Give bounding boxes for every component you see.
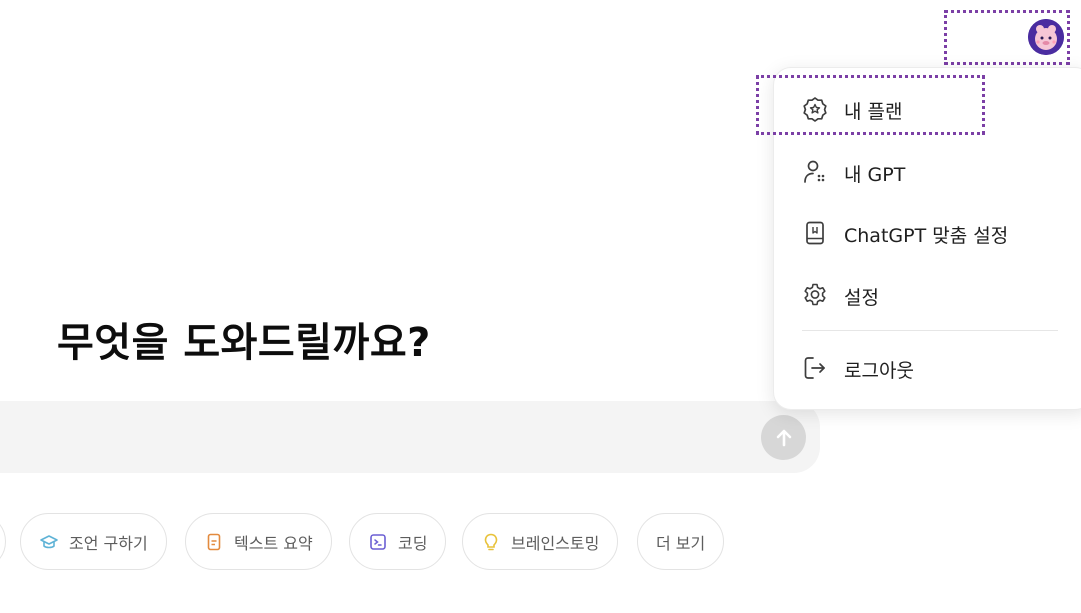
menu-item-label: 설정 <box>844 287 879 309</box>
prompt-input[interactable] <box>20 421 704 455</box>
chip-label: 더 보기 <box>656 533 706 553</box>
customize-book-icon <box>806 221 824 245</box>
chip-label: 브레인스토밍 <box>511 533 600 553</box>
lightbulb-icon <box>484 533 498 550</box>
user-grid-icon <box>804 160 825 183</box>
chip-brainstorm[interactable]: 브레인스토밍 <box>462 513 619 570</box>
page-title: 무엇을 도와드릴까요? <box>57 320 431 366</box>
chip-label: 코딩 <box>398 533 428 553</box>
plan-badge-icon <box>803 97 827 122</box>
user-avatar-icon[interactable] <box>1028 19 1064 55</box>
chip-more[interactable]: 더 보기 <box>637 513 725 570</box>
graduation-cap-icon <box>40 534 58 548</box>
gear-icon <box>804 283 826 306</box>
menu-item-my-gpt[interactable]: 내 GPT <box>774 149 1074 195</box>
chip-label: 텍스트 요약 <box>234 533 313 553</box>
menu-item-label: ChatGPT 맞춤 설정 <box>844 225 1009 247</box>
avatar-illustration <box>1028 19 1064 55</box>
menu-divider <box>802 330 1058 331</box>
chip-partial[interactable] <box>0 513 6 570</box>
prompt-bar <box>0 401 820 473</box>
send-button[interactable] <box>761 415 806 460</box>
menu-item-my-plan[interactable]: 내 플랜 <box>774 86 1074 132</box>
menu-item-label: 내 플랜 <box>844 101 903 123</box>
menu-item-label: 내 GPT <box>844 164 906 186</box>
menu-item-settings[interactable]: 설정 <box>774 272 1074 318</box>
chat-home-page: 무엇을 도와드릴까요? 조언 구하기 텍스트 요약 코딩 브레인스토밍 더 보기… <box>0 0 1081 613</box>
document-icon <box>207 533 221 550</box>
logout-icon <box>804 357 825 379</box>
menu-item-customize-chatgpt[interactable]: ChatGPT 맞춤 설정 <box>774 210 1074 256</box>
chip-advice[interactable]: 조언 구하기 <box>20 513 167 570</box>
profile-menu: 내 플랜 내 GPT ChatGPT 맞춤 설정 설정 로그아웃 <box>773 67 1081 410</box>
arrow-up-icon <box>776 429 791 446</box>
menu-item-label: 로그아웃 <box>844 360 914 382</box>
chip-label: 조언 구하기 <box>69 533 148 553</box>
terminal-icon <box>370 533 386 550</box>
menu-item-logout[interactable]: 로그아웃 <box>774 345 1074 391</box>
chip-summarize[interactable]: 텍스트 요약 <box>185 513 332 570</box>
chip-coding[interactable]: 코딩 <box>349 513 447 570</box>
